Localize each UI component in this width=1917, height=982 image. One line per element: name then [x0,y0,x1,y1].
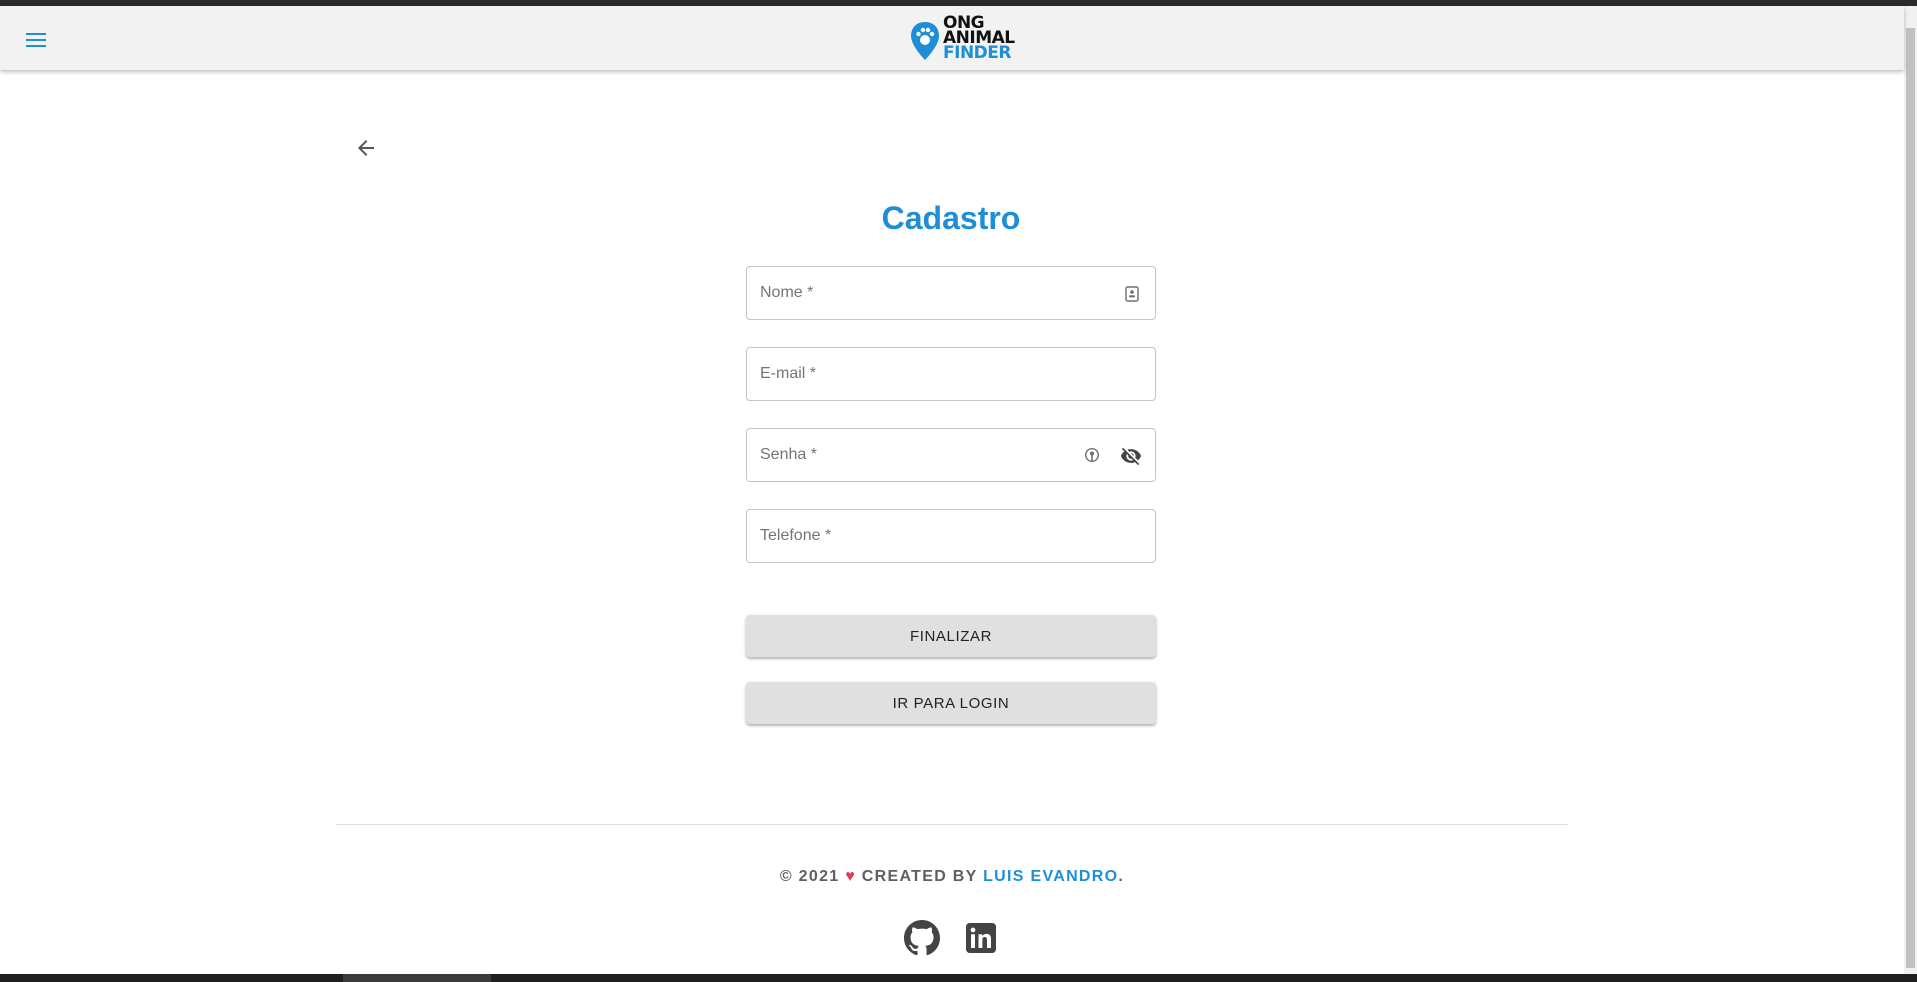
paw-pin-icon [911,22,939,60]
app-logo[interactable]: ONG ANIMAL FINDER [909,14,1029,66]
phone-field[interactable] [746,509,1156,563]
created-by-text: CREATED BY [861,868,978,885]
back-button[interactable] [350,132,382,164]
email-input[interactable] [760,348,1090,400]
page-title: Cadastro [881,200,1021,236]
go-to-login-button[interactable]: IR PARA LOGIN [746,682,1156,724]
name-field[interactable] [746,266,1156,320]
page: ONG ANIMAL FINDER Cadastro Nome * E-mail… [0,0,1917,982]
logo-wordmark: ONG ANIMAL FINDER [943,15,1015,63]
browser-bottom-tab[interactable] [343,974,491,982]
copyright-text: © 2021 [779,868,840,885]
scrollbar-thumb[interactable] [1906,28,1915,968]
arrow-left-icon [358,140,374,156]
password-field[interactable] [746,428,1156,482]
linkedin-icon [966,923,996,953]
github-icon [904,920,940,956]
finalize-button[interactable]: FINALIZAR [746,615,1156,657]
footer-credits: © 2021 ♥ CREATED BY LUIS EVANDRO. [336,868,1568,886]
key-circle-glyph [1084,447,1100,463]
heart-icon: ♥ [845,868,857,885]
contact-card-glyph [1125,286,1139,302]
credits-period: . [1118,868,1125,885]
menu-button[interactable] [20,24,52,56]
hamburger-menu-icon [26,33,46,47]
contact-card-icon[interactable] [1120,282,1144,306]
password-input[interactable] [760,429,1090,481]
name-input[interactable] [760,267,1090,319]
logo-line-finder: FINDER [943,43,1011,63]
eye-off-icon[interactable] [1119,444,1143,468]
eye-off-glyph [1120,447,1142,466]
scrollbar[interactable] [1904,6,1917,974]
email-field[interactable] [746,347,1156,401]
linkedin-link[interactable] [963,920,999,956]
phone-input[interactable] [760,510,1090,562]
password-manager-key-icon[interactable] [1080,444,1104,468]
app-bar: ONG ANIMAL FINDER [0,6,1904,70]
footer-divider [336,824,1568,825]
author-link[interactable]: LUIS EVANDRO [983,868,1118,885]
browser-bottom-bar [0,974,1917,982]
github-link[interactable] [904,920,940,956]
